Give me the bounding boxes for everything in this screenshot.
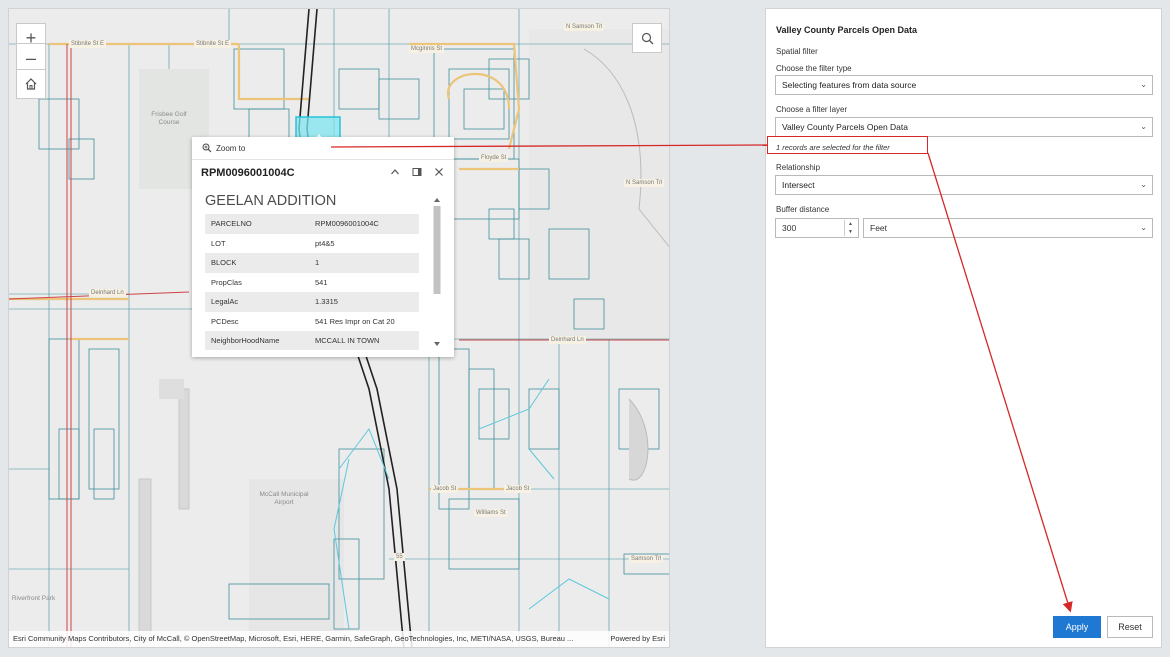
- field-value: 541 Res Impr on Cat 20: [315, 316, 395, 326]
- table-row: NeighborHoodName MCCALL IN TOWN: [205, 331, 419, 350]
- apply-button[interactable]: Apply: [1053, 616, 1101, 638]
- field-name: LOT: [211, 238, 226, 248]
- road-label-williams: Williams St: [474, 509, 508, 517]
- chevron-down-icon: ⌄: [1140, 223, 1147, 232]
- filter-type-label: Choose the filter type: [776, 64, 852, 73]
- road-label-jacob: Jacob St: [431, 485, 459, 493]
- attribute-table: PARCELNO RPM0096001004C LOT pt4&5 BLOCK 1 P…: [205, 214, 419, 350]
- field-value: pt4&5: [315, 238, 335, 248]
- road-label-samson: N Samson Trl: [564, 23, 605, 31]
- popup-scrollbar[interactable]: [432, 196, 442, 348]
- filter-panel: Valley County Parcels Open Data Spatial …: [765, 8, 1162, 648]
- filter-type-value: Selecting features from data source: [782, 80, 917, 90]
- feature-popup: Zoom to RPM0096001004C GEELAN ADDITION P…: [192, 137, 454, 357]
- attribution-text: Esri Community Maps Contributors, City o…: [13, 634, 574, 643]
- buffer-unit-select[interactable]: Feet ⌄: [863, 218, 1153, 238]
- stepper-up-icon[interactable]: ▲: [848, 221, 853, 227]
- buffer-unit-value: Feet: [870, 223, 888, 233]
- field-value: 1.3315: [309, 292, 419, 312]
- search-icon: [641, 32, 653, 44]
- buffer-label: Buffer distance: [776, 205, 830, 214]
- place-label-airport: McCall Municipal Airport: [259, 491, 309, 506]
- road-label-mcginnis: Mcginnis St: [409, 45, 445, 53]
- field-name: PCDesc: [211, 316, 239, 326]
- place-label-frisbee: Frisbee Golf Course: [151, 111, 187, 126]
- search-button[interactable]: [632, 23, 662, 53]
- table-row: PropClas 541: [205, 273, 419, 293]
- map-attribution: Esri Community Maps Contributors, City o…: [9, 631, 669, 647]
- filter-layer-label: Choose a filter layer: [776, 105, 848, 114]
- road-label-deinhard-west: Deinhard Ln: [89, 289, 126, 297]
- table-row: BLOCK 1: [205, 253, 419, 273]
- popup-content: GEELAN ADDITION PARCELNO RPM0096001004C L…: [192, 190, 454, 350]
- relationship-label: Relationship: [776, 163, 821, 172]
- buffer-stepper[interactable]: ▲ ▼: [844, 220, 856, 236]
- popup-header: RPM0096001004C: [192, 160, 454, 186]
- dock-icon[interactable]: [412, 167, 422, 180]
- buffer-value: 300: [782, 223, 797, 233]
- relationship-value: Intersect: [782, 180, 815, 190]
- filter-layer-select[interactable]: Valley County Parcels Open Data ⌄: [775, 117, 1153, 137]
- filter-layer-value: Valley County Parcels Open Data: [782, 122, 908, 132]
- highway-label: 55: [394, 553, 405, 561]
- road-label-samson-2: N Samson Trl: [624, 179, 665, 187]
- field-value: 1: [309, 253, 419, 273]
- zoom-to-action[interactable]: Zoom to: [192, 137, 454, 160]
- zoom-to-label: Zoom to: [216, 143, 246, 153]
- table-row: PCDesc 541 Res Impr on Cat 20: [205, 312, 419, 332]
- road-label-deinhard-east: Deinhard Ln: [549, 336, 586, 344]
- chevron-down-icon: ⌄: [1140, 80, 1147, 89]
- stepper-down-icon[interactable]: ▼: [848, 229, 853, 235]
- chevron-down-icon: ⌄: [1140, 180, 1147, 189]
- filter-type-select[interactable]: Selecting features from data source ⌄: [775, 75, 1153, 95]
- chevron-down-icon: ⌄: [1140, 122, 1147, 131]
- home-button[interactable]: [16, 69, 46, 99]
- table-row: LOT pt4&5: [205, 234, 419, 254]
- popup-heading: GEELAN ADDITION: [205, 193, 337, 209]
- field-value: MCCALL IN TOWN: [309, 331, 419, 350]
- road-label-samson-south: Samson Trl: [629, 555, 664, 563]
- powered-by-esri[interactable]: Powered by Esri: [610, 631, 665, 647]
- reset-button[interactable]: Reset: [1107, 616, 1153, 638]
- zoom-to-icon: [202, 143, 212, 153]
- relationship-select[interactable]: Intersect ⌄: [775, 175, 1153, 195]
- road-label-floyde: Floyde St: [479, 154, 509, 162]
- field-name: PropClas: [211, 277, 242, 287]
- place-label-riverfront: Riverfront Park: [11, 595, 56, 602]
- popup-title: RPM0096001004C: [201, 167, 295, 179]
- field-name: BLOCK: [205, 253, 309, 273]
- road-label-stibnite-2: Stibnite St E: [194, 40, 232, 48]
- panel-title: Valley County Parcels Open Data: [776, 25, 918, 35]
- field-value: 541: [315, 277, 328, 287]
- road-label-stibnite: Stibnite St E: [69, 40, 107, 48]
- road-label-jacob-2: Jacob St: [504, 485, 532, 493]
- close-icon[interactable]: [434, 167, 444, 180]
- table-row: PARCELNO RPM0096001004C: [205, 214, 419, 234]
- home-icon: [25, 78, 37, 90]
- spatial-filter-heading: Spatial filter: [776, 47, 818, 56]
- collapse-chevron-icon[interactable]: [390, 167, 400, 180]
- field-name: LegalAc: [205, 292, 309, 312]
- field-name: NeighborHoodName: [205, 331, 309, 350]
- buffer-distance-input[interactable]: 300 ▲ ▼: [775, 218, 859, 238]
- table-row: LegalAc 1.3315: [205, 292, 419, 312]
- field-value: RPM0096001004C: [309, 214, 419, 234]
- selection-note: 1 records are selected for the filter: [776, 143, 890, 152]
- field-name: PARCELNO: [205, 214, 309, 234]
